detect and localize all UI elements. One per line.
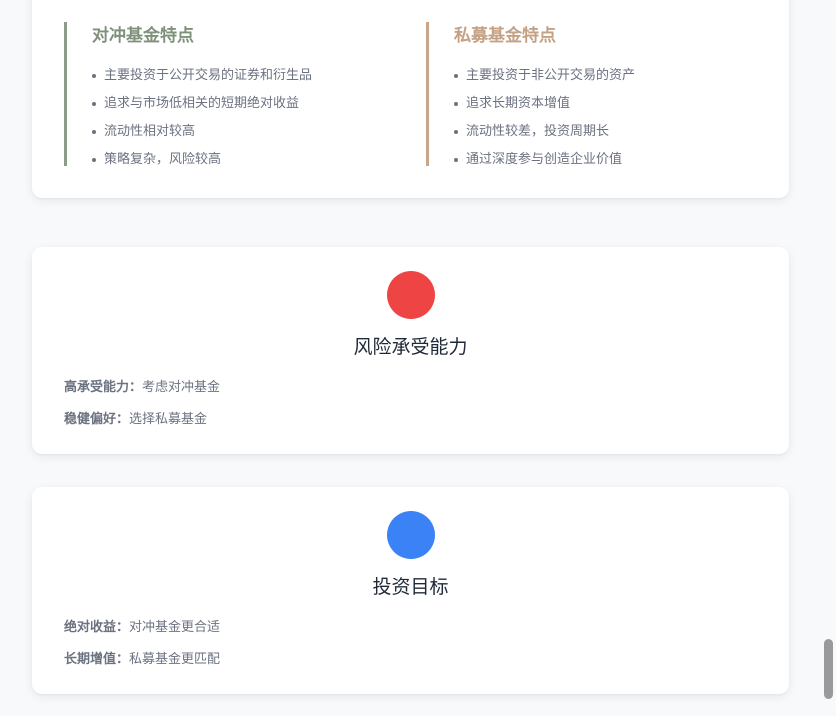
- goal-circle-icon: [387, 511, 435, 559]
- bullet-icon: [454, 130, 458, 134]
- goal-row-longterm: 长期增值：私募基金更匹配: [64, 652, 221, 667]
- hedge-fund-list: 主要投资于公开交易的证券和衍生品 追求与市场低相关的短期绝对收益 流动性相对较高…: [92, 62, 364, 174]
- list-item: 主要投资于非公开交易的资产: [454, 62, 726, 90]
- risk-row-steady: 稳健偏好：选择私募基金: [64, 412, 208, 427]
- bullet-icon: [92, 130, 96, 134]
- list-item: 主要投资于公开交易的证券和衍生品: [92, 62, 364, 90]
- risk-circle-icon: [387, 271, 435, 319]
- bullet-icon: [454, 158, 458, 162]
- risk-row-high: 高承受能力：考虑对冲基金: [64, 380, 221, 395]
- list-item: 追求长期资本增值: [454, 90, 726, 118]
- hedge-fund-features: 对冲基金特点 主要投资于公开交易的证券和衍生品 追求与市场低相关的短期绝对收益 …: [64, 22, 364, 167]
- private-equity-list: 主要投资于非公开交易的资产 追求长期资本增值 流动性较差，投资周期长 通过深度参…: [454, 62, 726, 174]
- list-item: 追求与市场低相关的短期绝对收益: [92, 90, 364, 118]
- list-item: 策略复杂，风险较高: [92, 146, 364, 174]
- risk-tolerance-title: 风险承受能力: [353, 336, 468, 358]
- list-item: 流动性较差，投资周期长: [454, 118, 726, 146]
- comparison-card: 对冲基金特点 主要投资于公开交易的证券和衍生品 追求与市场低相关的短期绝对收益 …: [32, 0, 789, 198]
- bullet-icon: [92, 74, 96, 78]
- goal-row-absolute: 绝对收益：对冲基金更合适: [64, 620, 221, 635]
- bullet-icon: [92, 158, 96, 162]
- investment-goal-title: 投资目标: [372, 576, 449, 598]
- list-item: 流动性相对较高: [92, 118, 364, 146]
- bullet-icon: [454, 74, 458, 78]
- scrollbar-thumb[interactable]: [824, 639, 833, 699]
- private-equity-features: 私募基金特点 主要投资于非公开交易的资产 追求长期资本增值 流动性较差，投资周期…: [426, 22, 726, 167]
- private-equity-title: 私募基金特点: [454, 26, 556, 46]
- bullet-icon: [454, 102, 458, 106]
- bullet-icon: [92, 102, 96, 106]
- risk-tolerance-card: 风险承受能力 高承受能力：考虑对冲基金 稳健偏好：选择私募基金: [32, 247, 789, 454]
- hedge-fund-title: 对冲基金特点: [92, 26, 194, 46]
- list-item: 通过深度参与创造企业价值: [454, 146, 726, 174]
- investment-goal-card: 投资目标 绝对收益：对冲基金更合适 长期增值：私募基金更匹配: [32, 487, 789, 694]
